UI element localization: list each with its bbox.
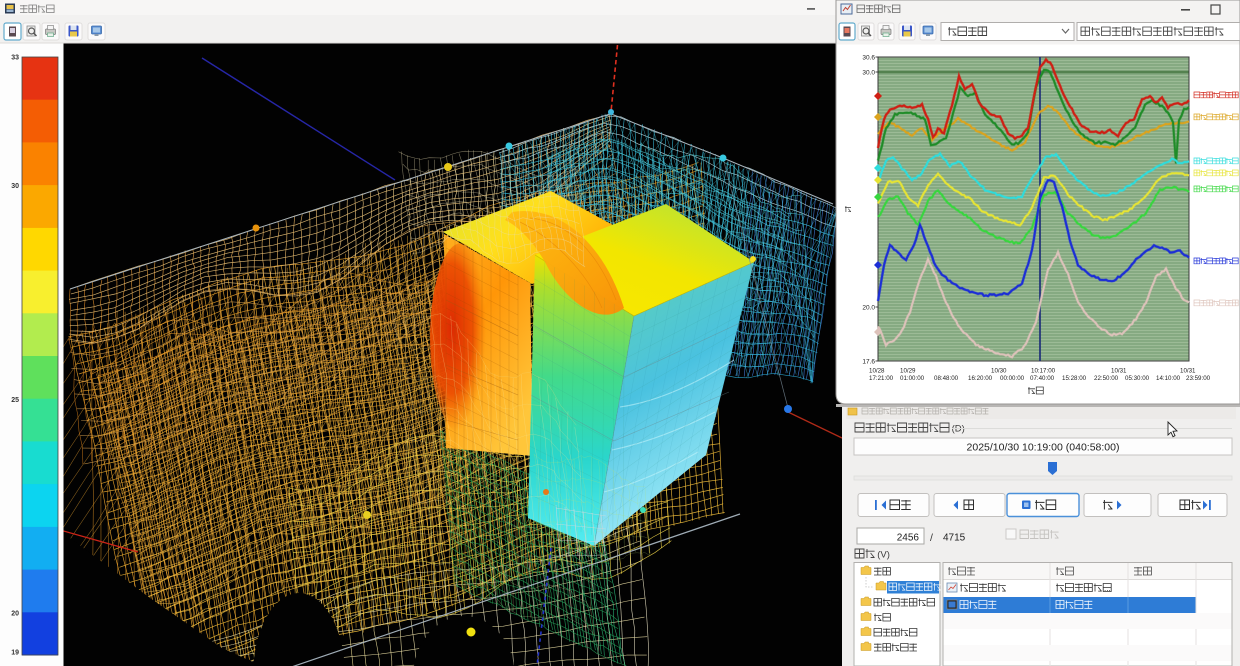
svg-text:00:00:00: 00:00:00: [1000, 375, 1025, 382]
svg-text:...: ...: [1104, 584, 1111, 593]
svg-text:4715: 4715: [943, 533, 966, 544]
svg-text:22:50:00: 22:50:00: [1094, 375, 1119, 382]
svg-text:20.0: 20.0: [862, 304, 875, 311]
svg-text:16:20:00: 16:20:00: [968, 375, 993, 382]
svg-text:17:21:00: 17:21:00: [869, 375, 894, 382]
svg-text:2456: 2456: [897, 533, 920, 544]
svg-text:14:10:00: 14:10:00: [1156, 375, 1181, 382]
svg-text:/: /: [930, 532, 933, 544]
svg-text:23:59:00: 23:59:00: [1186, 375, 1211, 382]
svg-text:10/31: 10/31: [1111, 368, 1127, 375]
svg-text:05:30:00: 05:30:00: [1125, 375, 1150, 382]
svg-text:10:17:00: 10:17:00: [1031, 368, 1056, 375]
svg-text:(V): (V): [877, 550, 890, 561]
svg-text:01:00:00: 01:00:00: [900, 375, 925, 382]
svg-text:10/28: 10/28: [869, 368, 885, 375]
svg-text:15:28:00: 15:28:00: [1062, 375, 1087, 382]
svg-text:33: 33: [11, 55, 19, 62]
svg-text:30.6: 30.6: [862, 54, 875, 61]
svg-text:10/29: 10/29: [900, 368, 916, 375]
svg-text:20: 20: [11, 611, 19, 618]
svg-text:30.0: 30.0: [862, 69, 875, 76]
svg-text:08:48:00: 08:48:00: [934, 375, 959, 382]
svg-text:10/31: 10/31: [1180, 368, 1196, 375]
svg-text:2025/10/30 10:19:00 (040:58:00: 2025/10/30 10:19:00 (040:58:00): [967, 442, 1120, 454]
svg-text:10/30: 10/30: [991, 368, 1007, 375]
svg-text:17.6: 17.6: [862, 358, 875, 365]
svg-text:19: 19: [11, 650, 19, 657]
svg-text:25: 25: [11, 397, 19, 404]
svg-text:07:40:00: 07:40:00: [1030, 375, 1055, 382]
svg-text:30: 30: [11, 183, 19, 190]
